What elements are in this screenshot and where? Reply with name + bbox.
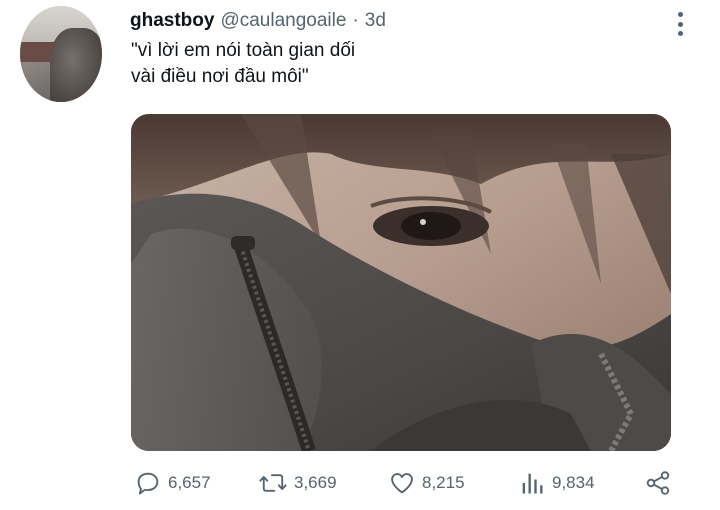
tweet-text-line: "vì lời em nói toàn gian dối (131, 40, 356, 61)
tweet-actions-bar: 6,657 3,669 8,215 9,834 (0, 466, 720, 500)
share-icon (646, 471, 670, 495)
views-button[interactable]: 9,834 (518, 466, 595, 500)
tweet-text: "vì lời em nói toàn gian dối vài điều nơ… (131, 38, 355, 90)
header-separator: · (352, 10, 359, 31)
reply-button[interactable]: 6,657 (134, 466, 211, 500)
tweet-text-line: vài điều nơi đầu môi" (131, 66, 309, 87)
user-handle[interactable]: @caulangoaile (220, 10, 346, 32)
tweet-header: ghastboy @caulangoaile · 3d (130, 10, 386, 34)
share-button[interactable] (644, 466, 678, 500)
tweet-card[interactable]: ghastboy @caulangoaile · 3d "vì lời em n… (0, 0, 720, 510)
timestamp[interactable]: 3d (365, 10, 386, 32)
photo-illustration (131, 114, 671, 451)
avatar-figure (50, 28, 102, 102)
display-name[interactable]: ghastboy (130, 10, 214, 32)
views-count: 9,834 (552, 473, 595, 492)
reply-count: 6,657 (168, 473, 211, 492)
tweet-photo[interactable] (131, 114, 671, 451)
like-count: 8,215 (422, 473, 465, 492)
like-button[interactable]: 8,215 (388, 466, 465, 500)
avatar[interactable] (20, 6, 102, 102)
more-vertical-icon (677, 12, 683, 17)
reply-bubble-icon (137, 472, 159, 495)
retweet-icon (259, 474, 287, 492)
retweet-count: 3,669 (294, 473, 337, 492)
more-options-button[interactable] (668, 10, 692, 38)
heart-icon (391, 473, 413, 494)
bar-chart-icon (522, 473, 543, 494)
retweet-button[interactable]: 3,669 (258, 466, 337, 500)
